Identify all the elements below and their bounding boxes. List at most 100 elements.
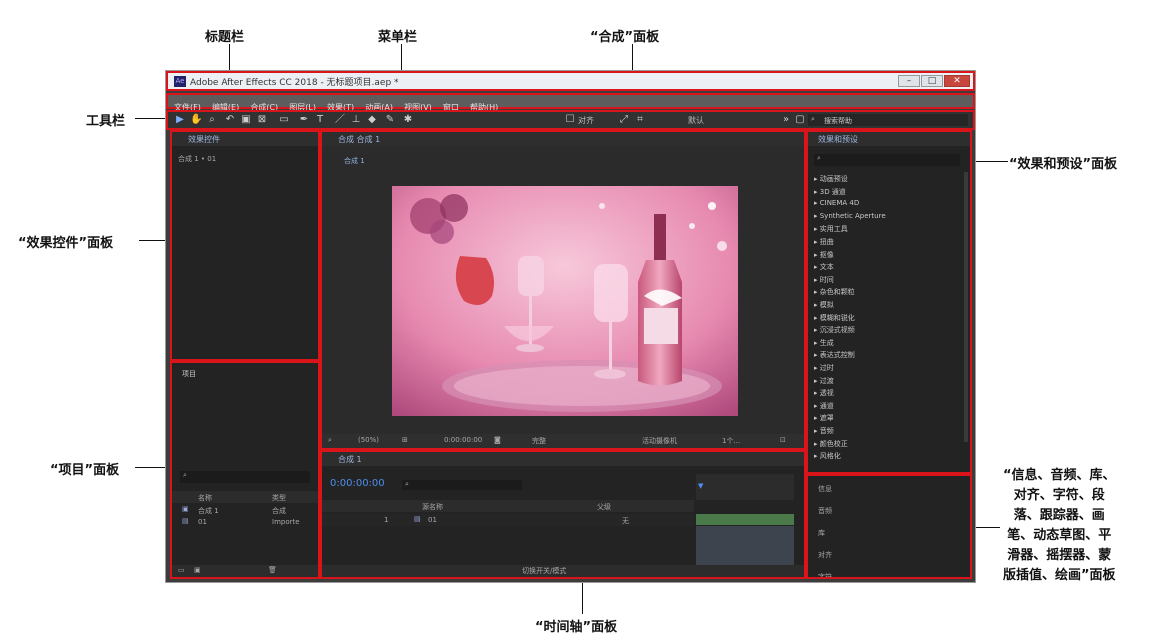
list-item[interactable]: ▸ 音频 — [814, 426, 834, 436]
list-item[interactable]: ▸ 过渡 — [814, 376, 834, 386]
list-item[interactable]: ▸ 表达式控制 — [814, 350, 855, 360]
effect-controls-layer: 合成 1 • 01 — [178, 155, 217, 163]
project-search-input[interactable]: ⌕ — [180, 471, 310, 483]
zoom-dropdown[interactable]: (50%) — [358, 436, 379, 444]
timeline-search-input[interactable]: ⌕ — [402, 480, 522, 490]
workspace-more-icon[interactable]: » — [780, 114, 792, 126]
close-button[interactable]: ✕ — [944, 75, 970, 87]
panel-tab-align[interactable]: 对齐 — [818, 550, 832, 560]
composition-header: 合成 合成 1 — [322, 132, 804, 146]
composition-title[interactable]: 合成 合成 1 — [338, 134, 380, 145]
snap-grid-icon[interactable]: ⌗ — [634, 114, 646, 126]
panel-tab-library[interactable]: 库 — [818, 528, 825, 538]
list-item[interactable]: ▸ 沉浸式视频 — [814, 325, 855, 335]
roto-brush-tool-icon[interactable]: ✎ — [384, 114, 396, 126]
workspace-default[interactable]: 默认 — [688, 115, 704, 126]
pan-behind-tool-icon[interactable]: ⊠ — [256, 114, 268, 126]
active-camera-dropdown[interactable]: 活动摄像机 — [642, 436, 677, 446]
timeline-col-source[interactable]: 源名称 — [422, 502, 443, 512]
grid-icon[interactable]: ⊞ — [402, 436, 408, 444]
list-item[interactable]: ▸ 透视 — [814, 388, 834, 398]
text-tool-icon[interactable]: T — [314, 114, 326, 126]
time-ruler[interactable]: ▼ — [696, 474, 794, 500]
panel-tab-info[interactable]: 信息 — [818, 484, 832, 494]
list-item[interactable]: ▸ 实用工具 — [814, 224, 848, 234]
zoom-tool-icon[interactable]: ⌕ — [206, 114, 218, 126]
camera-tool-icon[interactable]: ▣ — [240, 114, 252, 126]
snapshot-camera-icon[interactable]: ◙ — [494, 436, 501, 444]
list-item[interactable]: ▸ 抠像 — [814, 250, 834, 260]
list-item[interactable]: ▸ 3D 通道 — [814, 187, 846, 197]
clone-stamp-tool-icon[interactable]: ⊥ — [350, 114, 362, 126]
snap-option-icon[interactable]: ⤢ — [618, 114, 630, 126]
brush-tool-icon[interactable]: ／ — [334, 114, 346, 126]
list-item[interactable]: ▸ 模糊和锐化 — [814, 313, 855, 323]
panel-tab-character[interactable]: 字符 — [818, 572, 832, 577]
list-item[interactable]: ▸ 遮罩 — [814, 413, 834, 423]
rectangle-tool-icon[interactable]: ▭ — [278, 114, 290, 126]
rotate-tool-icon[interactable]: ↶ — [224, 114, 236, 126]
list-item[interactable]: ▸ 动画预设 — [814, 174, 848, 184]
panel-tab-audio[interactable]: 音频 — [818, 506, 832, 516]
table-row[interactable]: 1 ▤ 01 无 — [322, 514, 694, 526]
resolution-dropdown[interactable]: 完整 — [532, 436, 546, 446]
timeline-title[interactable]: 合成 1 — [338, 454, 362, 465]
list-item[interactable]: ▸ 文本 — [814, 262, 834, 272]
table-row[interactable]: ▤ 01 Importe — [172, 517, 318, 528]
hand-tool-icon[interactable]: ✋ — [190, 114, 202, 126]
list-item[interactable]: ▸ 扭曲 — [814, 237, 834, 247]
callout-composition-panel: “合成”面板 — [590, 30, 660, 45]
snap-checkbox-icon[interactable]: ☐ — [564, 114, 576, 126]
list-item[interactable]: ▸ 时间 — [814, 275, 834, 285]
project-footer: ▭ ▣ 🗑 — [172, 565, 318, 577]
effects-search-input[interactable]: ⌕ — [814, 154, 960, 166]
composition-footer: ⌕ (50%) ⊞ 0:00:00:00 ◙ 完整 活动摄像机 1个... ⊡ — [322, 434, 804, 448]
list-item[interactable]: ▸ 过时 — [814, 363, 834, 373]
layer-duration-bar[interactable] — [696, 514, 794, 525]
fast-preview-icon[interactable]: ⊡ — [780, 436, 786, 444]
list-item[interactable]: ▸ 生成 — [814, 338, 834, 348]
pen-tool-icon[interactable]: ✒ — [298, 114, 310, 126]
maximize-button[interactable]: □ — [921, 75, 943, 87]
callout-menu-bar: 菜单栏 — [378, 30, 418, 45]
list-item[interactable]: ▸ 风格化 — [814, 451, 841, 461]
project-row-name: 01 — [198, 518, 207, 526]
eraser-tool-icon[interactable]: ◆ — [366, 114, 378, 126]
callout-effect-controls: “效果控件”面板 — [18, 236, 114, 251]
preview-timecode[interactable]: 0:00:00:00 — [444, 436, 482, 444]
list-item[interactable]: ▸ CINEMA 4D — [814, 199, 859, 207]
search-placeholder: 搜索帮助 — [824, 117, 852, 125]
playhead-icon[interactable]: ▼ — [698, 482, 703, 490]
effects-scrollbar[interactable] — [964, 172, 968, 442]
table-row[interactable]: ▣ 合成 1 合成 — [172, 505, 318, 516]
project-col-type[interactable]: 类型 — [272, 493, 286, 503]
new-folder-icon[interactable]: ▭ — [178, 566, 185, 574]
list-item[interactable]: ▸ 通道 — [814, 401, 834, 411]
puppet-tool-icon[interactable]: ✱ — [402, 114, 414, 126]
list-item[interactable]: ▸ 颜色校正 — [814, 439, 848, 449]
list-item[interactable]: ▸ 模拟 — [814, 300, 834, 310]
trash-icon[interactable]: 🗑 — [268, 566, 277, 574]
ae-logo-icon: Ae — [174, 76, 186, 87]
list-item[interactable]: ▸ 杂色和颗粒 — [814, 287, 855, 297]
timeline-col-parent[interactable]: 父级 — [597, 502, 611, 512]
effect-controls-title[interactable]: 效果控件 — [188, 134, 220, 145]
parent-dropdown[interactable]: 无 — [622, 516, 629, 526]
title-bar: Ae Adobe After Effects CC 2018 - 无标题项目.a… — [166, 71, 975, 91]
project-col-name[interactable]: 名称 — [198, 493, 212, 503]
timeline-timecode[interactable]: 0:00:00:00 — [330, 478, 385, 489]
timeline-toggle-modes[interactable]: 切换开关/模式 — [522, 566, 566, 576]
selection-tool-icon[interactable]: ▶ — [174, 114, 186, 126]
minimize-button[interactable]: – — [898, 75, 920, 87]
help-search-field[interactable]: ⌕ 搜索帮助 — [808, 114, 968, 126]
list-item[interactable]: ▸ Synthetic Aperture — [814, 212, 886, 220]
search-toggle-icon[interactable]: ▢ — [794, 114, 806, 126]
new-composition-icon[interactable]: ▣ — [194, 566, 201, 574]
effects-presets-title[interactable]: 效果和预设 — [818, 134, 858, 145]
project-row-name: 合成 1 — [198, 507, 219, 515]
composition-tab[interactable]: 合成 1 — [344, 156, 365, 166]
magnifier-icon[interactable]: ⌕ — [328, 436, 332, 445]
effect-controls-panel: 效果控件 合成 1 • 01 — [170, 130, 320, 361]
views-dropdown[interactable]: 1个... — [722, 436, 740, 446]
project-title[interactable]: 项目 — [182, 369, 196, 379]
